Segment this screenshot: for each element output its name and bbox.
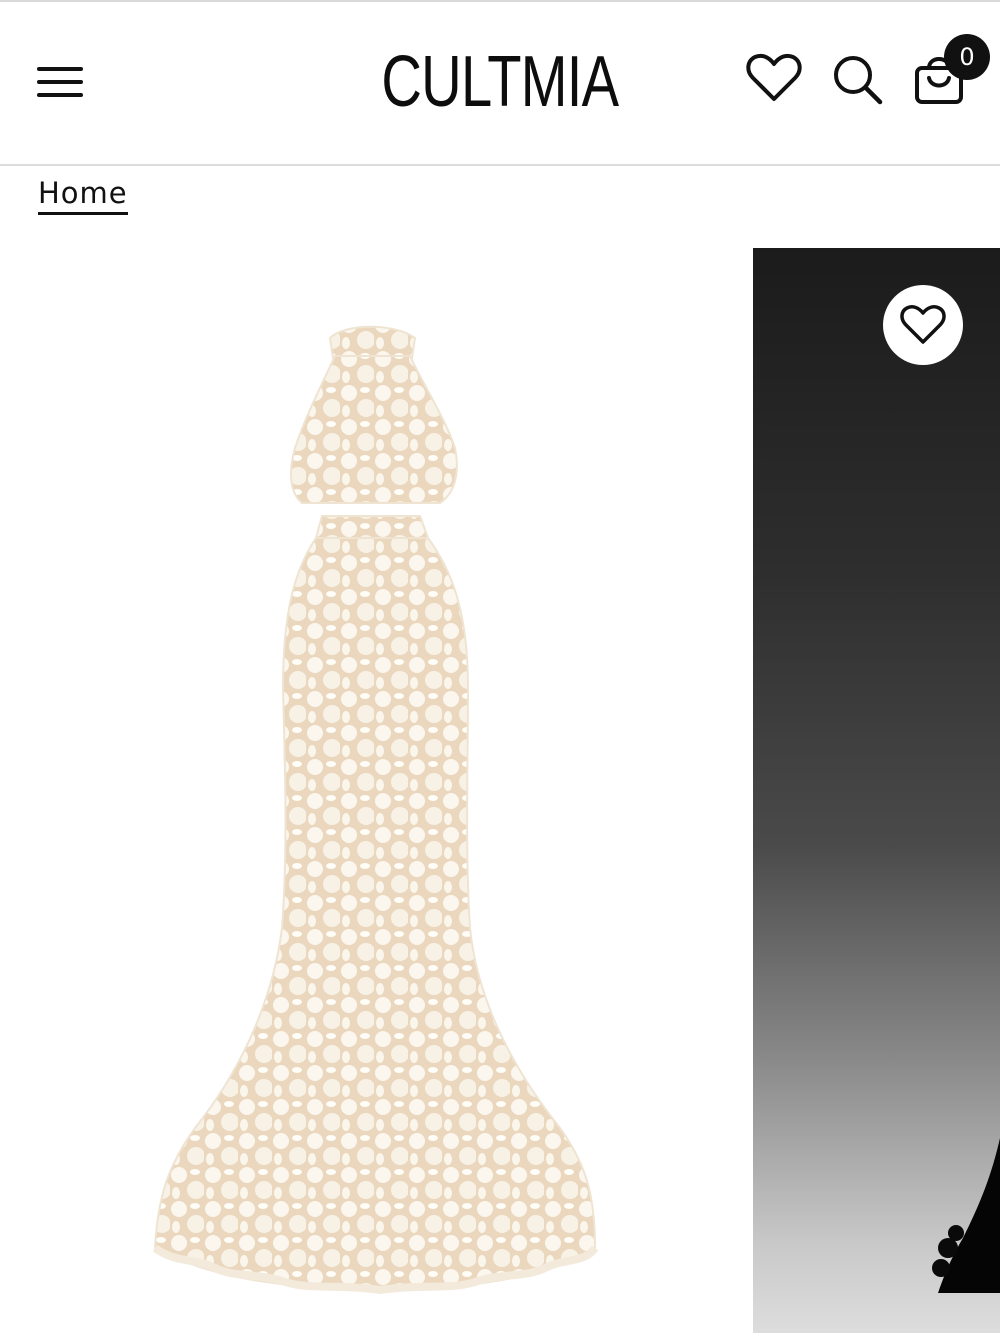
black-gown-silhouette	[932, 1138, 1000, 1293]
site-header: CULTMIA 0	[0, 2, 1000, 166]
hamburger-icon-line	[37, 93, 83, 97]
heart-icon	[746, 53, 802, 101]
heart-outline-icon	[900, 305, 946, 344]
breadcrumb-home-link[interactable]: Home	[38, 176, 128, 215]
search-icon	[834, 56, 883, 105]
hamburger-icon-line	[37, 67, 83, 71]
search-button[interactable]	[830, 52, 886, 108]
menu-button[interactable]	[30, 57, 90, 107]
cart-count-badge: 0	[944, 34, 990, 80]
product-wishlist-button[interactable]	[883, 285, 963, 365]
wishlist-button[interactable]	[745, 52, 803, 104]
hamburger-icon-line	[37, 80, 83, 84]
product-image-black-gown[interactable]	[753, 248, 1000, 1333]
product-image-lace-gown[interactable]	[0, 248, 740, 1333]
breadcrumb: Home	[38, 176, 128, 215]
brand-name: CULTMIA	[381, 42, 620, 122]
gown-illustration	[152, 325, 599, 1295]
brand-logo[interactable]: CULTMIA	[340, 42, 660, 122]
